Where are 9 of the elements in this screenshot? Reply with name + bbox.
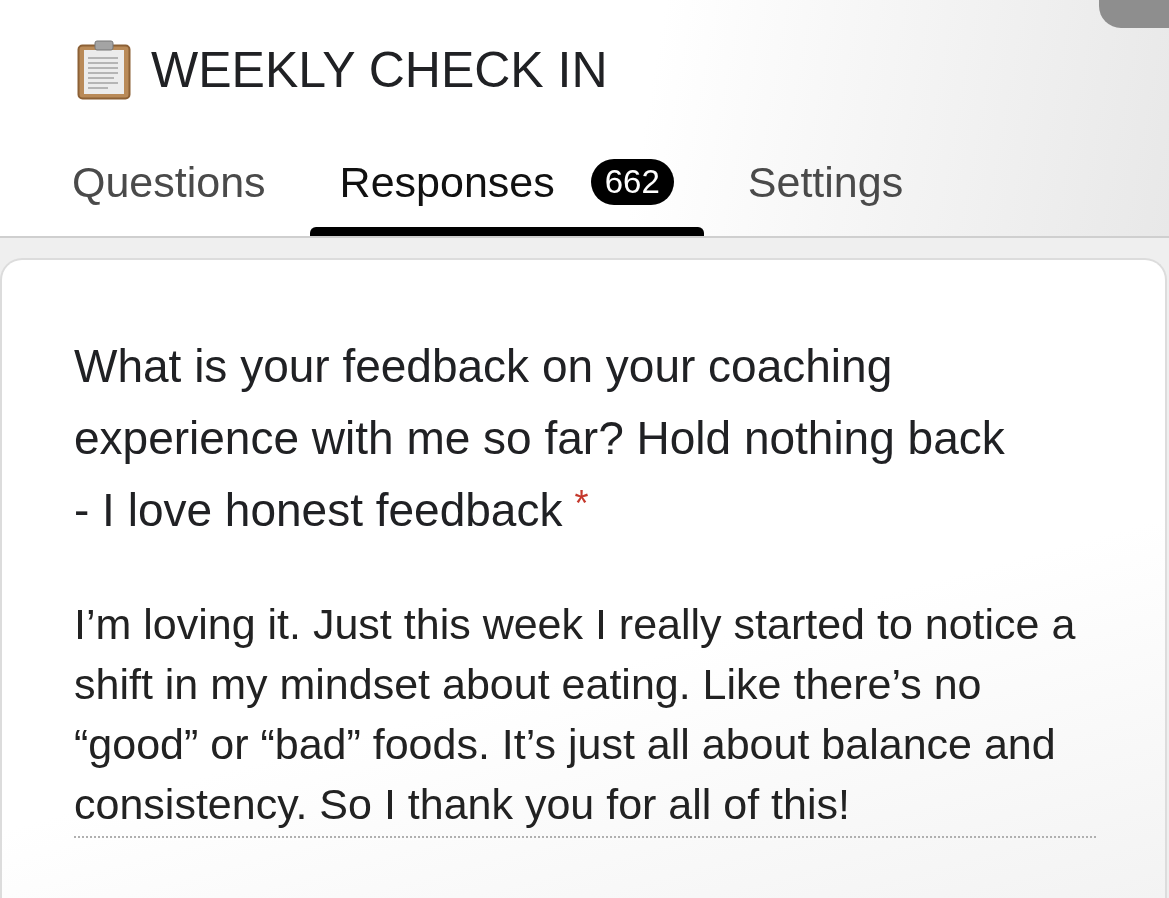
cropped-panel-edge bbox=[1099, 0, 1169, 28]
clipboard-icon bbox=[77, 40, 131, 100]
tab[interactable]: Questions bbox=[42, 140, 296, 236]
tab[interactable]: Settings bbox=[717, 140, 934, 236]
question-label: What is your feedback on your coaching experience with me so far? Hold nothing back - I love honest feedback * bbox=[74, 339, 1006, 538]
form-title: WEEKLY CHECK IN bbox=[151, 41, 608, 100]
answer-field: I’m loving it. Just this week I really started to notice a shift in my mindset about eating. Like there’s no “good” or “bad” foods. It’s just all about balance and consistency. So I thank you for all of this! bbox=[74, 594, 1096, 838]
response-count-badge: 662 bbox=[590, 159, 674, 205]
tab[interactable]: Responses 662 bbox=[309, 140, 704, 236]
